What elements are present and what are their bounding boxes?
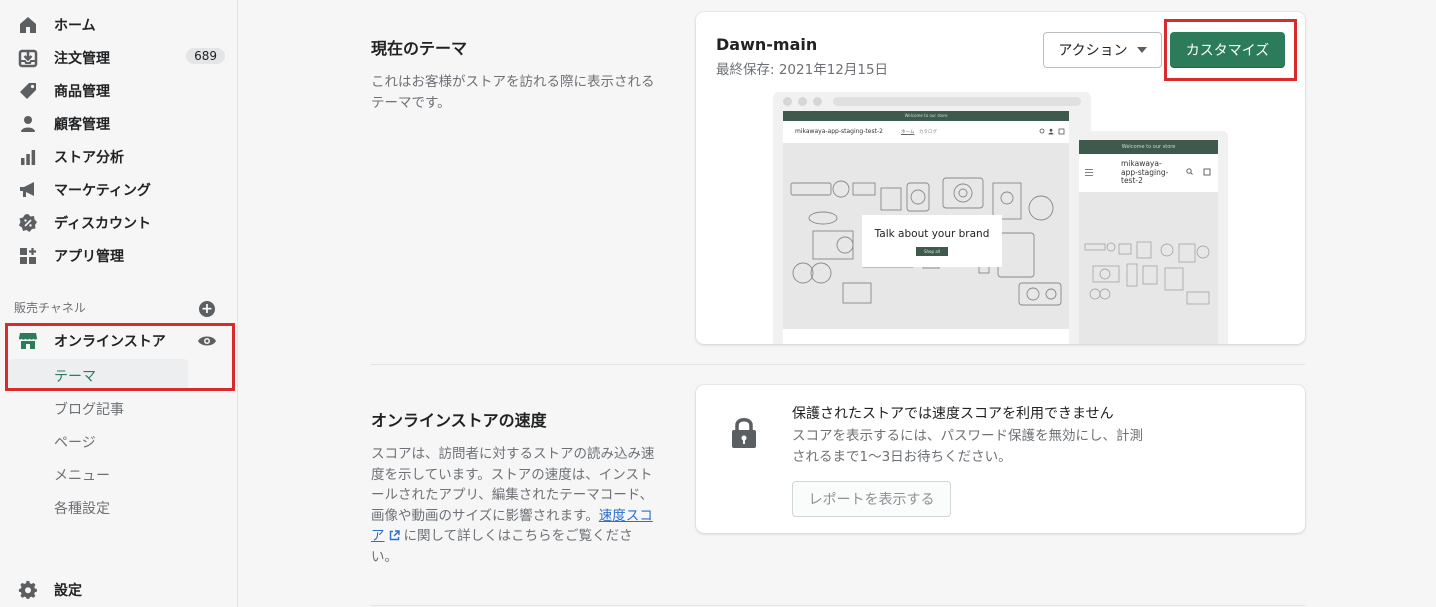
gear-icon xyxy=(18,580,37,599)
current-theme-heading: 現在のテーマ xyxy=(371,39,468,58)
theme-name: Dawn-main xyxy=(716,35,818,54)
theme-preview-desktop[interactable]: Welcome to our store mikawaya-app-stagin… xyxy=(773,92,1091,344)
preview-nav-catalog: カタログ xyxy=(919,130,937,135)
nav-item-orders[interactable]: 注文管理 689 xyxy=(0,41,237,74)
external-link-icon[interactable] xyxy=(389,530,400,541)
sub-item-pages[interactable]: ページ xyxy=(54,432,96,452)
nav-item-products[interactable]: 商品管理 xyxy=(0,74,237,107)
nav-item-label: アプリ管理 xyxy=(54,248,124,265)
speed-heading: オンラインストアの速度 xyxy=(371,411,547,430)
nav-item-label: 顧客管理 xyxy=(54,116,110,133)
orders-count-badge: 689 xyxy=(186,48,225,64)
preview-nav-home: ホーム xyxy=(901,130,915,135)
apps-icon xyxy=(20,248,36,264)
preview-hero-card: Talk about your brand Shop all xyxy=(862,215,1002,267)
actions-dropdown-button[interactable]: アクション xyxy=(1043,32,1162,68)
preview-announcement-bar: Welcome to our store xyxy=(783,111,1069,121)
nav-item-label: 注文管理 xyxy=(54,50,110,67)
preview-hero-text: Talk about your brand xyxy=(874,228,990,240)
preview-mobile-icons xyxy=(1186,168,1211,176)
nav-item-label: 商品管理 xyxy=(54,83,110,100)
hamburger-icon xyxy=(1085,169,1093,176)
sub-item-preferences[interactable]: 各種設定 xyxy=(54,498,110,518)
tag-icon xyxy=(20,83,36,99)
caret-down-icon xyxy=(1136,47,1147,53)
nav-item-marketing[interactable]: マーケティング xyxy=(0,173,237,206)
nav-item-customers[interactable]: 顧客管理 xyxy=(0,107,237,140)
view-report-button[interactable]: レポートを表示する xyxy=(792,481,951,517)
browser-url-bar xyxy=(833,97,1081,106)
preview-mobile-store-name: mikawaya- app-staging- test-2 xyxy=(1121,159,1169,185)
sub-item-navigation[interactable]: メニュー xyxy=(54,465,110,485)
preview-footer xyxy=(783,329,1069,344)
theme-last-saved: 最終保存: 2021年12月15日 xyxy=(716,62,889,78)
add-channel-button[interactable]: + xyxy=(199,301,215,317)
speed-description: スコアは、訪問者に対するストアの読み込み速度を示しています。ストアの速度は、イン… xyxy=(371,444,657,567)
browser-dots xyxy=(783,97,822,106)
lock-icon xyxy=(732,418,756,448)
nav-item-home[interactable]: ホーム xyxy=(0,8,237,41)
preview-mobile-hero-image xyxy=(1079,192,1218,344)
person-icon xyxy=(21,116,35,132)
preview-store-name: mikawaya-app-staging-test-2 xyxy=(795,128,883,135)
nav-item-label: 設定 xyxy=(54,582,82,599)
bar-chart-icon xyxy=(21,150,36,165)
preview-mobile-header: mikawaya- app-staging- test-2 xyxy=(1079,154,1218,192)
section-divider xyxy=(371,364,1305,365)
home-icon xyxy=(20,17,36,33)
preview-header: mikawaya-app-staging-test-2 ホーム カタログ xyxy=(783,121,1069,143)
section-divider-bottom xyxy=(371,605,1305,606)
speed-description-text-end: に関して詳しくはこちらをご覧ください。 xyxy=(371,528,633,565)
highlight-customize xyxy=(1164,19,1297,81)
preview-shop-all-button: Shop all xyxy=(916,247,948,256)
preview-icons xyxy=(1039,128,1065,135)
current-theme-description: これはお客様がストアを訪れる際に表示されるテーマです。 xyxy=(371,74,655,111)
mobile-flatlay-illustration xyxy=(1084,241,1210,305)
discount-icon xyxy=(19,214,37,232)
sales-channels-heading: 販売チャネル xyxy=(14,301,86,315)
sidebar: ホーム 注文管理 689 商品管理 顧客管理 ストア分析 マーケティング ディス… xyxy=(0,0,238,607)
preview-mobile-announcement-bar: Welcome to our store xyxy=(1079,140,1218,154)
speed-card-title: 保護されたストアでは速度スコアを利用できません xyxy=(792,406,1114,422)
plus-icon: + xyxy=(201,301,213,317)
orders-icon xyxy=(18,49,38,68)
nav-item-discounts[interactable]: ディスカウント xyxy=(0,206,237,239)
theme-preview-mobile[interactable]: Welcome to our store mikawaya- app-stagi… xyxy=(1079,131,1228,344)
nav-item-label: ストア分析 xyxy=(54,149,124,166)
nav-item-label: ホーム xyxy=(54,17,96,34)
speed-card-text: スコアを表示するには、パスワード保護を無効にし、計測されるまで1〜3日お待ちくだ… xyxy=(792,428,1143,465)
nav-item-label: ディスカウント xyxy=(54,215,152,232)
highlight-online-store xyxy=(5,323,235,391)
megaphone-icon xyxy=(20,182,34,197)
nav-item-settings[interactable]: 設定 xyxy=(0,573,237,606)
actions-label: アクション xyxy=(1058,43,1128,59)
nav-item-analytics[interactable]: ストア分析 xyxy=(0,140,237,173)
nav-item-apps[interactable]: アプリ管理 xyxy=(0,239,237,272)
nav-item-label: マーケティング xyxy=(54,182,151,199)
sub-item-blog-posts[interactable]: ブログ記事 xyxy=(54,399,124,419)
